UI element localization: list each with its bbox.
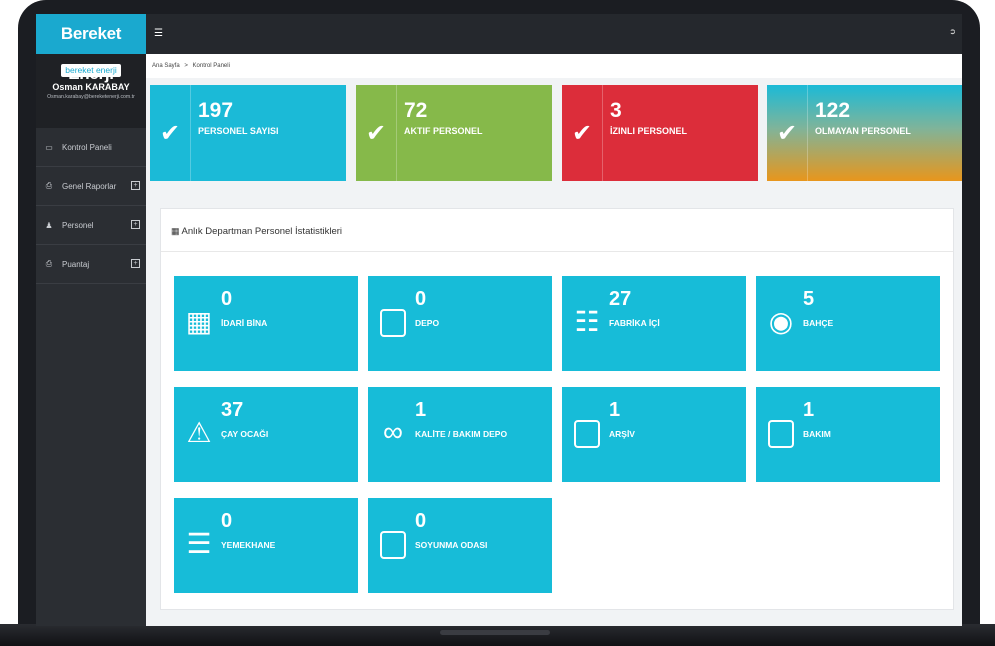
cutlery-icon: ☰ [186,527,212,559]
breadcrumb-separator: > [184,63,188,69]
stat-personel-sayisi[interactable]: ✔ 197 PERSONEL SAYISI [150,85,346,181]
user-icon: ♟ [45,220,53,230]
building-icon: ▦ [185,305,213,337]
user-name: Osman KARABAY [52,82,130,92]
stat-value: 197 [198,99,234,122]
print-icon: ⎙ [45,259,53,268]
expand-icon[interactable]: + [131,259,140,268]
stat-value: 72 [404,99,428,122]
broken-link-icon: ✔ [767,85,808,181]
box-icon [380,309,406,337]
tile-value: 1 [415,399,427,421]
monitor-icon: ▭ [45,142,53,152]
stat-value: 122 [815,99,851,122]
user-panel: bereket enerji Osman KARABAY Osman.karab… [36,54,146,128]
tile-label: KALİTE / BAKIM DEPO [415,429,508,439]
brand-title[interactable]: Bereket Enerji [36,14,146,83]
stat-izinli-personel[interactable]: ✔ 3 İZINLI PERSONEL [562,85,758,181]
tile-value: 0 [221,288,233,310]
sidebar-item-label: Genel Raporlar [62,181,117,191]
tile-value: 5 [803,288,815,310]
hamburger-icon[interactable]: ☰ [154,28,163,39]
screen: Bereket Enerji bereket enerji Osman KARA… [36,14,962,626]
tile-label: YEMEKHANE [221,540,276,550]
breadcrumb-home[interactable]: Ana Sayfa [152,63,180,69]
tile-label: ARŞİV [609,429,635,439]
sidebar-item-label: Personel [62,220,94,230]
department-stats-panel: ▦ Anlık Departman Personel İstatistikleri… [160,208,954,610]
link-icon: ∞ [383,416,403,447]
broken-link-icon: ✔ [356,85,397,181]
tile-label: ÇAY OCAĞI [221,429,269,439]
expand-icon[interactable]: + [131,220,140,229]
department-tile-cay-ocagi[interactable]: ⚠ 37 ÇAY OCAĞI [174,387,358,482]
tile-label: SOYUNMA ODASI [415,540,488,550]
tile-value: 1 [609,399,621,421]
stat-olmayan-personel[interactable]: ✔ 122 OLMAYAN PERSONEL [767,85,962,181]
stat-aktif-personel[interactable]: ✔ 72 AKTIF PERSONEL [356,85,552,181]
sidebar-item-label: Kontrol Paneli [62,142,112,152]
panel-divider [161,251,953,252]
stat-label: İZINLI PERSONEL [610,126,688,136]
department-tile-fabrika-ici[interactable]: ☷ 27 FABRİKA İÇİ [562,276,746,371]
tile-value: 1 [803,399,815,421]
department-tile-soyunma-odasi[interactable]: 0 SOYUNMA ODASI [368,498,552,593]
box-icon [574,420,600,448]
sidebar-item-genel-raporlar[interactable]: ⎙ Genel Raporlar + [36,167,146,206]
user-email: Osman.karabay@bereketenerji.com.tr [47,94,135,100]
department-tile-idari-bina[interactable]: ▦ 0 İDARİ BİNA [174,276,358,371]
sidebar-item-label: Puantaj [62,259,90,269]
tile-value: 0 [221,510,233,532]
department-tile-arsiv[interactable]: 1 ARŞİV [562,387,746,482]
box-icon [768,420,794,448]
tile-label: DEPO [415,318,440,328]
topbar: ☰ ➲ [146,14,962,54]
sidebar-item-kontrol-paneli[interactable]: ▭ Kontrol Paneli [36,128,146,167]
tile-value: 0 [415,288,427,310]
department-tile-bahce[interactable]: ◉ 5 BAHÇE [756,276,940,371]
company-logo: bereket enerji [61,64,121,77]
sidebar: Bereket Enerji bereket enerji Osman KARA… [36,14,146,626]
tile-value: 0 [415,510,427,532]
expand-icon[interactable]: + [131,181,140,190]
device-base [0,624,995,646]
sidebar-item-personel[interactable]: ♟ Personel + [36,206,146,245]
tile-label: İDARİ BİNA [221,318,268,328]
tile-value: 27 [609,288,632,310]
print-icon: ⎙ [45,181,53,190]
calendar-icon: ☷ [574,305,600,337]
panel-title: ▦ Anlık Departman Personel İstatistikleri [171,226,343,237]
sidebar-item-puantaj[interactable]: ⎙ Puantaj + [36,245,146,284]
logout-icon[interactable]: ➲ [949,27,956,36]
department-tile-kalite-bakim-depo[interactable]: ∞ 1 KALİTE / BAKIM DEPO [368,387,552,482]
device-notch [440,630,550,635]
stat-label: AKTIF PERSONEL [404,126,483,136]
breadcrumb: Ana Sayfa > Kontrol Paneli [146,54,962,78]
stat-label: PERSONEL SAYISI [198,126,279,136]
warning-icon: ⚠ [186,416,212,448]
tile-label: BAKIM [803,429,831,439]
globe-icon: ◉ [768,305,794,337]
department-tile-depo[interactable]: 0 DEPO [368,276,552,371]
stat-label: OLMAYAN PERSONEL [815,126,911,136]
tile-label: BAHÇE [803,318,834,328]
breadcrumb-current: Kontrol Paneli [192,63,230,69]
building-icon: ▦ [171,226,180,236]
tile-label: FABRİKA İÇİ [609,318,660,328]
broken-link-icon: ✔ [562,85,603,181]
department-tile-bakim[interactable]: 1 BAKIM [756,387,940,482]
box-icon [380,531,406,559]
department-tile-yemekhane[interactable]: ☰ 0 YEMEKHANE [174,498,358,593]
tile-value: 37 [221,399,244,421]
broken-link-icon: ✔ [150,85,191,181]
stat-value: 3 [610,99,622,122]
